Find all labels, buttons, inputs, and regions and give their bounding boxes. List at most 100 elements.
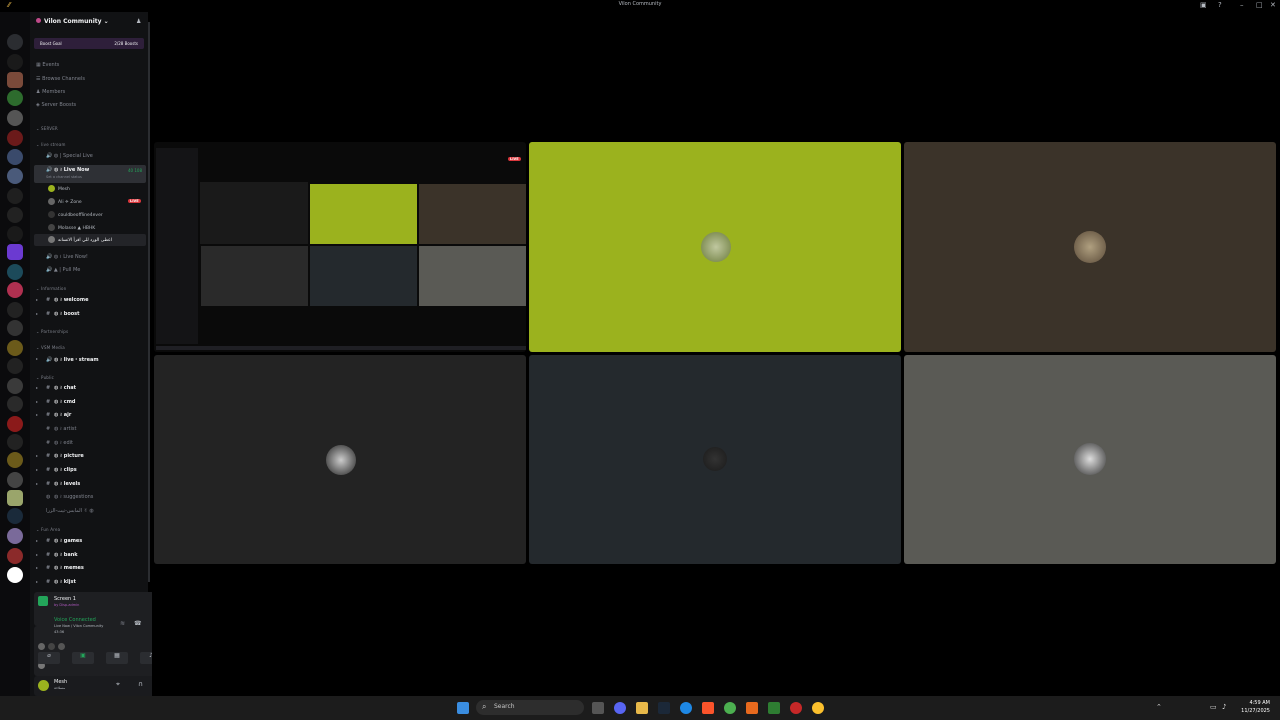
channel-welcome[interactable]: ▸ # ◍ ≀ welcome	[36, 297, 88, 303]
server-icon[interactable]	[7, 72, 23, 88]
channel-cmd[interactable]: ▸ # ◍ ≀ cmd	[36, 399, 76, 405]
channel-kljst[interactable]: ▸ # ◍ ≀ kljst	[36, 579, 76, 585]
channel-chat[interactable]: ▸ # ◍ ≀ chat	[36, 385, 76, 391]
maximize-icon[interactable]: □	[1256, 1, 1263, 9]
activities-button[interactable]: ▦	[106, 652, 128, 664]
app-icon[interactable]	[746, 702, 758, 714]
tray-chevron-icon[interactable]: ⌃	[1156, 703, 1162, 711]
boost-goal[interactable]: Boost Goal 2/28 Boosts	[34, 38, 144, 49]
channel-memes[interactable]: ▸ # ◍ ≀ memes	[36, 565, 84, 571]
server-icon[interactable]	[7, 508, 23, 524]
discord-icon[interactable]	[614, 702, 626, 714]
server-icon[interactable]	[7, 378, 23, 394]
screen-share-tile[interactable]	[154, 142, 526, 352]
steam-icon[interactable]	[658, 702, 670, 714]
camera-button[interactable]: ⌀	[38, 652, 60, 664]
server-icon[interactable]	[7, 244, 23, 260]
brave-icon[interactable]	[702, 702, 714, 714]
category-vsm-media[interactable]: ⌄ VSM Media	[36, 345, 65, 350]
user-name[interactable]: Mesh	[54, 679, 67, 685]
category-fun-area[interactable]: ⌄ Fun Area	[36, 527, 60, 532]
nav-events[interactable]: ▦ Events	[36, 62, 59, 68]
server-icon[interactable]	[7, 90, 23, 106]
server-icon[interactable]	[7, 472, 23, 488]
server-icon[interactable]	[7, 54, 23, 70]
server-icon[interactable]	[7, 302, 23, 318]
volume-icon[interactable]: ♪	[1222, 703, 1226, 711]
app-icon[interactable]	[680, 702, 692, 714]
participant-tile-dark[interactable]	[154, 355, 526, 564]
channel-games[interactable]: ▸ # ◍ ≀ games	[36, 538, 82, 544]
server-icon[interactable]	[7, 358, 23, 374]
avatar[interactable]	[38, 680, 49, 691]
server-icon[interactable]	[7, 340, 23, 356]
participant-tile-slate[interactable]	[529, 355, 901, 564]
voice-member[interactable]: Ali ✈ Zone	[48, 198, 82, 205]
channel-artist[interactable]: # ◍ ≀ artist	[46, 426, 76, 432]
category-live-stream[interactable]: ⌄ live stream	[36, 142, 66, 147]
nav-server-boosts[interactable]: ◈ Server Boosts	[36, 102, 76, 108]
server-icon[interactable]	[7, 434, 23, 450]
server-icon[interactable]	[7, 528, 23, 544]
clock[interactable]: 4:59 AM 11/27/2025	[1241, 699, 1270, 715]
minimize-icon[interactable]: –	[1240, 1, 1244, 9]
app-icon[interactable]	[812, 702, 824, 714]
voice-member[interactable]: couldbeoffline4ever	[48, 211, 103, 218]
channel-live-stream[interactable]: ▸ 🔊 ◍ ≀ live・stream	[36, 356, 99, 363]
server-icon[interactable]	[7, 264, 23, 280]
category-server[interactable]: ⌄ SERVER	[36, 126, 58, 131]
channel-clips[interactable]: ▸ # ◍ ≀ clips	[36, 467, 77, 473]
channel-ajr[interactable]: ▸ # ◍ ≀ ajr	[36, 412, 71, 418]
channel-picture[interactable]: ▸ # ◍ ≀ picture	[36, 453, 84, 459]
server-icon[interactable]	[7, 207, 23, 223]
sidebar-scrollbar[interactable]	[148, 22, 150, 582]
participant-tile-brown[interactable]	[904, 142, 1276, 352]
channel-edit[interactable]: # ◍ ≀ edit	[46, 440, 73, 446]
channel-live-now[interactable]: 🔊 ◍ ≀ Live Now	[46, 167, 89, 173]
excel-icon[interactable]	[768, 702, 780, 714]
channel-bank[interactable]: ▸ # ◍ ≀ bank	[36, 552, 78, 558]
app-icon[interactable]	[790, 702, 802, 714]
headphones-icon[interactable]: ∩	[138, 680, 143, 688]
category-information[interactable]: ⌄ Information	[36, 286, 66, 291]
noise-suppression-icon[interactable]: ≋	[120, 620, 125, 627]
server-icon[interactable]	[7, 168, 23, 184]
task-view-icon[interactable]	[592, 702, 604, 714]
close-icon[interactable]: ✕	[1270, 1, 1276, 9]
server-icon[interactable]	[7, 130, 23, 146]
channel-special-live[interactable]: 🔊 ◍ | Special Live	[46, 153, 93, 159]
server-name[interactable]: Vilon Community ⌄	[36, 18, 109, 25]
channel-boost[interactable]: ▸ # ◍ ≀ boost	[36, 311, 80, 317]
server-icon[interactable]	[7, 548, 23, 564]
taskbar-search[interactable]: ⌕ Search	[476, 700, 584, 715]
server-icon[interactable]	[7, 282, 23, 298]
start-icon[interactable]	[457, 702, 469, 714]
channel-status[interactable]: Set a channel status	[46, 175, 82, 179]
server-icon[interactable]	[7, 149, 23, 165]
server-icon[interactable]	[7, 320, 23, 336]
file-explorer-icon[interactable]	[636, 702, 648, 714]
server-icon[interactable]	[7, 110, 23, 126]
voice-status[interactable]: Voice Connected	[54, 617, 96, 623]
server-icon[interactable]	[7, 34, 23, 50]
help-icon[interactable]: ?	[1218, 1, 1222, 9]
network-icon[interactable]: ▭	[1210, 703, 1217, 711]
channel-levels[interactable]: ▸ # ◍ ≀ levels	[36, 481, 80, 487]
voice-member[interactable]: Mesh	[48, 185, 70, 192]
voice-member[interactable]: اعطى الورد للي اقرأ الانسانه	[48, 236, 112, 243]
nav-members[interactable]: ♟ Members	[36, 89, 65, 95]
voice-member[interactable]: Molasse ▲ HBHK	[48, 224, 95, 231]
channel-arabic[interactable]: المابس-تيت-الزرا ✌ ◍	[46, 508, 94, 514]
server-icon[interactable]	[7, 452, 23, 468]
channel-pull-me[interactable]: 🔊 ▲ | Pull Me	[46, 267, 80, 273]
server-icon[interactable]	[7, 567, 23, 583]
inbox-icon[interactable]: ▣	[1200, 1, 1207, 9]
channel-live-now-2[interactable]: 🔊 ◍ ≀ Live Now!	[46, 254, 88, 260]
channel-suggestions[interactable]: ◍ ◍ ≀ suggestions	[46, 494, 93, 500]
nav-browse-channels[interactable]: ☰ Browse Channels	[36, 76, 85, 82]
server-icon[interactable]	[7, 490, 23, 506]
disconnect-icon[interactable]: ☎	[134, 620, 141, 627]
server-icon[interactable]	[7, 226, 23, 242]
add-member-icon[interactable]: ♟	[136, 18, 141, 25]
participant-tile-lime[interactable]	[529, 142, 901, 352]
